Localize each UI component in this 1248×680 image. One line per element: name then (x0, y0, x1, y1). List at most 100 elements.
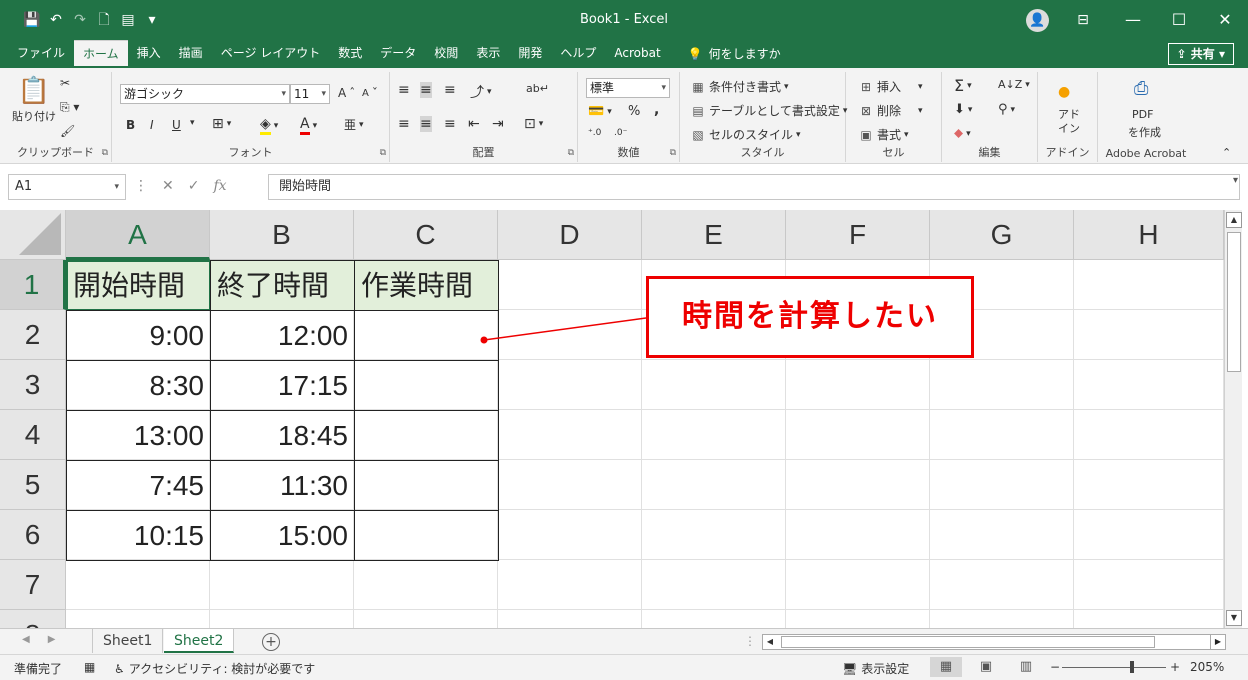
tab-acrobat[interactable]: Acrobat (605, 40, 669, 68)
collapse-ribbon-icon[interactable]: ⌃ (1222, 146, 1231, 159)
sort-filter-icon[interactable]: A↓Z ▾ (998, 78, 1030, 91)
empty-cell[interactable] (642, 560, 786, 610)
empty-cell[interactable] (1074, 260, 1224, 310)
number-format-select[interactable]: 標準 ▾ (586, 78, 670, 98)
close-button[interactable]: ✕ (1202, 0, 1248, 40)
bold-button[interactable]: B (126, 118, 135, 132)
empty-cell[interactable] (498, 260, 642, 310)
addins-icon[interactable]: ● (1058, 84, 1070, 100)
insert-function-icon[interactable]: fx (213, 178, 226, 194)
empty-cell[interactable] (66, 610, 210, 628)
zoom-out-icon[interactable]: − (1050, 660, 1060, 674)
column-header-b[interactable]: B (210, 210, 354, 260)
zoom-slider[interactable] (1062, 667, 1166, 668)
empty-cell[interactable] (1074, 610, 1224, 628)
row-header-6[interactable]: 6 (0, 510, 66, 560)
insert-cells-button[interactable]: ⊞ 挿入 ▾ (858, 78, 923, 95)
row-header-5[interactable]: 5 (0, 460, 66, 510)
clear-icon[interactable]: ⬥ ▾ (954, 126, 971, 141)
empty-cell[interactable] (1074, 310, 1224, 360)
paste-button[interactable]: 📋 貼り付け (12, 76, 56, 124)
align-bottom-icon[interactable]: ≡ (444, 82, 456, 98)
cell-a2[interactable]: 9:00 (66, 310, 211, 361)
pdf-label-2[interactable]: を作成 (1128, 124, 1161, 140)
find-select-icon[interactable]: ⚲ ▾ (998, 102, 1015, 117)
wrap-text-icon[interactable]: ab↵ (526, 82, 549, 95)
splitter-icon[interactable]: ⋮ (744, 634, 756, 648)
row-header-2[interactable]: 2 (0, 310, 66, 360)
align-left-icon[interactable]: ≡ (398, 116, 410, 132)
empty-cell[interactable] (930, 610, 1074, 628)
comma-style-button[interactable]: , (654, 102, 659, 118)
tab-file[interactable]: ファイル (8, 40, 74, 68)
scroll-down-icon[interactable]: ▼ (1226, 610, 1242, 626)
share-button[interactable]: ⇪ 共有 ▾ (1167, 43, 1234, 65)
pdf-label-1[interactable]: PDF (1132, 108, 1153, 121)
align-right-icon[interactable]: ≡ (444, 116, 456, 132)
empty-cell[interactable] (642, 510, 786, 560)
next-sheet-icon[interactable]: ▶ (48, 634, 56, 645)
empty-cell[interactable] (498, 360, 642, 410)
cut-icon[interactable]: ✂ (60, 76, 70, 90)
cell-c6[interactable] (354, 510, 499, 561)
sheet-tab-sheet2[interactable]: Sheet2 (164, 629, 235, 653)
sheet-tab-sheet1[interactable]: Sheet1 (92, 629, 164, 653)
cell-styles-button[interactable]: ▧ セルのスタイル ▾ (690, 126, 800, 143)
increase-decimal-icon[interactable]: ⁺.0 (588, 128, 601, 138)
scroll-right-icon[interactable]: ▶ (1210, 634, 1226, 650)
horizontal-scroll-thumb[interactable] (781, 636, 1155, 648)
page-layout-view-icon[interactable]: ▣ (970, 657, 1002, 677)
conditional-formatting-button[interactable]: ▦ 条件付き書式 ▾ (690, 78, 788, 95)
percent-style-button[interactable]: % (628, 104, 640, 119)
cell-c4[interactable] (354, 410, 499, 461)
format-painter-icon[interactable]: 🖌 (60, 124, 75, 138)
row-header-4[interactable]: 4 (0, 410, 66, 460)
vertical-scrollbar[interactable]: ▲ ▼ (1224, 210, 1242, 628)
empty-cell[interactable] (1074, 510, 1224, 560)
tab-page-layout[interactable]: ページ レイアウト (212, 40, 330, 68)
empty-cell[interactable] (1074, 460, 1224, 510)
dialog-launcher-icon[interactable]: ⧉ (102, 148, 108, 158)
display-settings-button[interactable]: 🖥 表示設定 (842, 660, 909, 677)
scroll-left-icon[interactable]: ◀ (763, 635, 777, 649)
row-header-1[interactable]: 1 (0, 260, 66, 310)
empty-cell[interactable] (66, 560, 210, 610)
empty-cell[interactable] (498, 510, 642, 560)
row-header-8[interactable]: 8 (0, 610, 66, 628)
empty-cell[interactable] (642, 360, 786, 410)
empty-cell[interactable] (786, 410, 930, 460)
column-header-c[interactable]: C (354, 210, 498, 260)
scroll-up-icon[interactable]: ▲ (1226, 212, 1242, 228)
ribbon-display-options-icon[interactable]: ⊟ (1073, 10, 1093, 30)
empty-cell[interactable] (354, 560, 498, 610)
copy-icon[interactable]: ⎘ ▾ (60, 100, 79, 115)
tab-insert[interactable]: 挿入 (128, 40, 170, 68)
empty-cell[interactable] (1074, 360, 1224, 410)
cell-b3[interactable]: 17:15 (210, 360, 355, 411)
merge-center-icon[interactable]: ⊡ ▾ (524, 116, 543, 132)
cell-c5[interactable] (354, 460, 499, 511)
row-header-3[interactable]: 3 (0, 360, 66, 410)
empty-cell[interactable] (498, 460, 642, 510)
dialog-launcher-icon[interactable]: ⧉ (380, 148, 386, 158)
tab-home[interactable]: ホーム (74, 40, 128, 68)
cell-c3[interactable] (354, 360, 499, 411)
tab-formulas[interactable]: 数式 (329, 40, 371, 68)
font-color-icon[interactable]: A ▾ (300, 116, 317, 135)
empty-cell[interactable] (354, 610, 498, 628)
empty-cell[interactable] (786, 560, 930, 610)
autosum-button[interactable]: Σ ▾ (954, 76, 972, 95)
column-header-g[interactable]: G (930, 210, 1074, 260)
column-header-h[interactable]: H (1074, 210, 1224, 260)
cell-b5[interactable]: 11:30 (210, 460, 355, 511)
horizontal-scrollbar[interactable]: ◀ (762, 634, 1226, 650)
tab-review[interactable]: 校閲 (425, 40, 467, 68)
empty-cell[interactable] (786, 360, 930, 410)
cell-b4[interactable]: 18:45 (210, 410, 355, 461)
expand-formula-bar-icon[interactable]: ▾ (1233, 175, 1238, 186)
empty-cell[interactable] (930, 560, 1074, 610)
empty-cell[interactable] (930, 510, 1074, 560)
empty-cell[interactable] (786, 460, 930, 510)
shrink-font-button[interactable]: Aˇ (362, 86, 378, 100)
maximize-button[interactable]: ☐ (1156, 0, 1202, 40)
